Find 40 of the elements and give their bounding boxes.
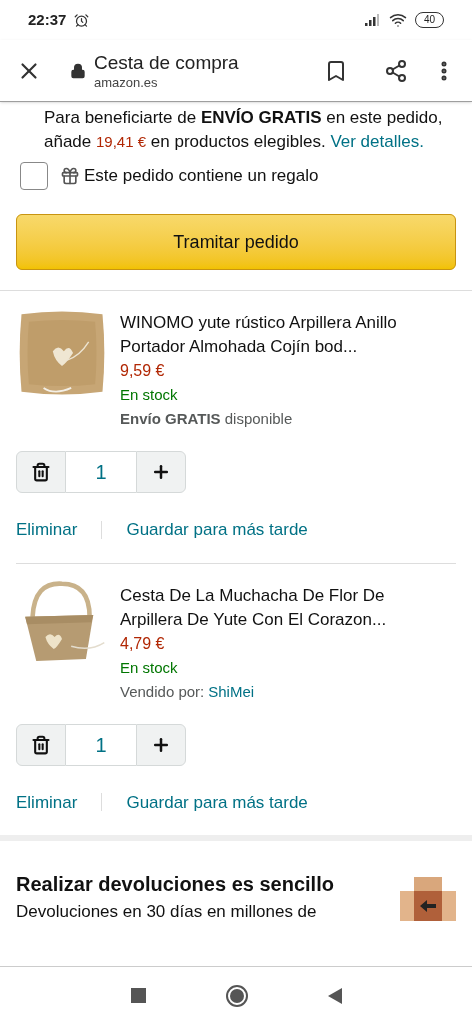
gift-label: Este pedido contiene un regalo [84,165,319,188]
share-icon[interactable] [384,58,408,83]
item-action-link[interactable]: Eliminar [16,517,78,543]
returns-title: Realizar devoluciones es sencillo [16,872,334,897]
gift-checkbox[interactable] [20,162,48,190]
recent-apps-button[interactable] [130,988,146,1003]
clock-time: 22:37 [28,9,67,30]
alarm-icon [74,12,90,28]
page-title: Cesta de compra [94,50,240,75]
checkout-button[interactable]: Tramitar pedido [16,214,456,270]
lock-icon [70,62,86,79]
plus-icon [151,462,171,482]
product-title[interactable]: Cesta De La Muchacha De Flor De Arpillera De Yute Con El Corazon... [120,583,432,632]
trash-icon [31,462,51,482]
item-action-link[interactable]: Eliminar [16,789,78,815]
stock-status: En stock [120,385,179,405]
home-button[interactable] [225,984,248,1007]
signal-icon [364,14,381,26]
seller-link[interactable]: ShiMei [208,679,255,704]
item-action-link[interactable]: Guardar para más tarde [126,517,308,543]
trash-icon [31,734,51,755]
price: 4,79 € [120,633,166,654]
shipping-notice: Para beneficiarte de ENVÍO GRATIS en este pedido, añade 19,41 € en productos elegibles. Ver detalles. [43,107,444,153]
product-title[interactable]: WINOMO yute rústico Arpillera Anillo Portador Almohada Cojín bod... [120,311,432,359]
page-url: amazon.es [94,74,159,91]
wifi-icon [388,11,407,29]
price: 9,59 € [120,361,166,381]
increase-button[interactable] [136,451,186,493]
seller-label: Vendido por: [120,681,205,702]
back-icon[interactable] [327,987,342,1004]
return-box-icon [400,877,456,921]
shipping-info: Envío GRATIS disponible [120,409,294,429]
gift-icon [60,166,80,186]
details-link[interactable]: Ver detalles. [330,132,424,151]
delete-button[interactable] [16,723,66,766]
returns-text: Devoluciones en 30 días en millones de [16,901,318,923]
delete-button[interactable] [16,451,66,493]
stock-status: En stock [120,657,179,678]
increase-button[interactable] [136,723,186,766]
item-action-link[interactable]: Guardar para más tarde [126,789,308,815]
